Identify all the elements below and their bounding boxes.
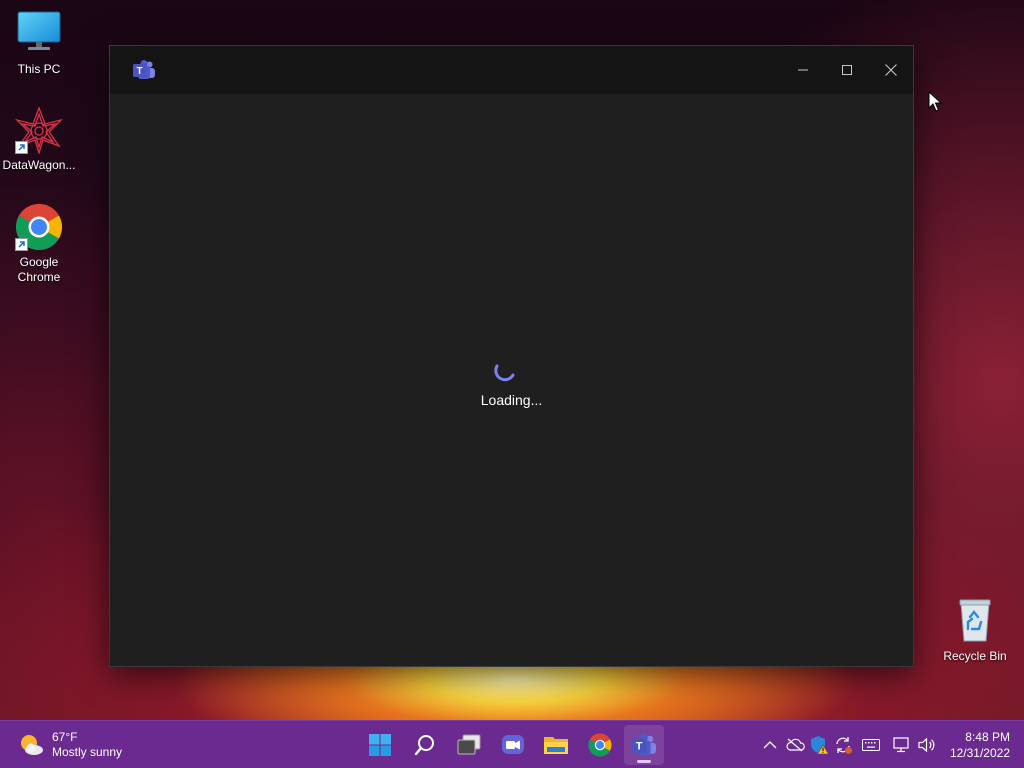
network-tray-button[interactable] — [890, 733, 914, 757]
task-view-icon — [457, 734, 481, 755]
desktop-icon-label: Recycle Bin — [943, 649, 1007, 663]
window-content: Loading... — [110, 94, 913, 666]
maximize-button[interactable] — [825, 46, 869, 94]
desktop-icon-recycle-bin[interactable]: Recycle Bin — [935, 597, 1015, 664]
security-tray-button[interactable] — [807, 733, 831, 757]
start-button[interactable] — [360, 725, 400, 765]
loading-spinner-icon — [494, 360, 516, 382]
chat-button[interactable] — [493, 725, 533, 765]
svg-text:T: T — [636, 741, 643, 753]
touch-keyboard-button[interactable] — [859, 733, 883, 757]
loading-text: Loading... — [480, 392, 543, 408]
chevron-up-icon — [763, 741, 777, 749]
teams-taskbar-button[interactable]: T — [624, 725, 664, 765]
svg-text:T: T — [136, 66, 142, 77]
weather-temperature: 67°F — [52, 730, 78, 744]
teams-window[interactable]: T Loading... — [109, 45, 914, 667]
window-titlebar[interactable]: T — [110, 46, 913, 94]
onedrive-tray-button[interactable] — [783, 733, 807, 757]
shortcut-arrow-icon — [15, 141, 28, 154]
teams-icon: T — [133, 60, 155, 80]
minimize-icon — [798, 69, 808, 71]
defender-warning-icon — [811, 736, 829, 755]
maximize-icon — [842, 65, 852, 75]
mouse-pointer-icon — [928, 90, 943, 113]
volume-icon — [918, 737, 935, 753]
task-view-button[interactable] — [449, 725, 489, 765]
folder-icon — [544, 737, 568, 754]
sync-tray-button[interactable] — [831, 733, 855, 757]
desktop-icon-label: This PC — [17, 62, 61, 76]
onedrive-offline-icon — [786, 738, 805, 752]
chrome-icon — [588, 733, 612, 757]
windows-start-icon — [369, 734, 391, 756]
chrome-icon — [15, 203, 63, 251]
network-icon — [893, 737, 909, 753]
partly-sunny-icon — [18, 732, 44, 758]
clock-time: 8:48 PM — [965, 730, 1010, 744]
clock-date: 12/31/2022 — [949, 746, 1010, 760]
search-icon — [414, 735, 434, 756]
volume-tray-button[interactable] — [915, 733, 939, 757]
teams-icon: T — [632, 734, 656, 755]
close-icon — [885, 64, 897, 76]
minimize-button[interactable] — [781, 46, 825, 94]
desktop-icon-label: Google Chrome — [17, 255, 61, 284]
taskbar-clock[interactable]: 8:48 PM 12/31/2022 — [950, 729, 1010, 761]
desktop-icon-this-pc[interactable]: This PC — [0, 10, 79, 77]
file-explorer-button[interactable] — [536, 725, 576, 765]
weather-widget[interactable]: 67°F Mostly sunny — [18, 729, 122, 761]
taskbar: 67°F Mostly sunny T 8:48 PM 12/31/2022 — [0, 720, 1024, 768]
sync-icon — [836, 737, 852, 754]
monitor-icon — [15, 10, 63, 58]
desktop-icon-label: DataWagon... — [2, 158, 76, 172]
chrome-button[interactable] — [580, 725, 620, 765]
close-button[interactable] — [869, 46, 913, 94]
desktop-icon-google-chrome[interactable]: Google Chrome — [0, 203, 79, 285]
shortcut-arrow-icon — [15, 238, 28, 251]
search-button[interactable] — [405, 725, 445, 765]
show-hidden-icons-button[interactable] — [758, 733, 782, 757]
recycle-bin-icon — [951, 597, 999, 645]
desktop-icon-datawagon[interactable]: DataWagon... — [0, 106, 79, 173]
keyboard-icon — [862, 739, 880, 751]
weather-condition: Mostly sunny — [52, 745, 123, 759]
active-app-indicator — [637, 760, 651, 763]
chat-icon — [502, 735, 524, 754]
datawagon-icon — [14, 106, 64, 156]
